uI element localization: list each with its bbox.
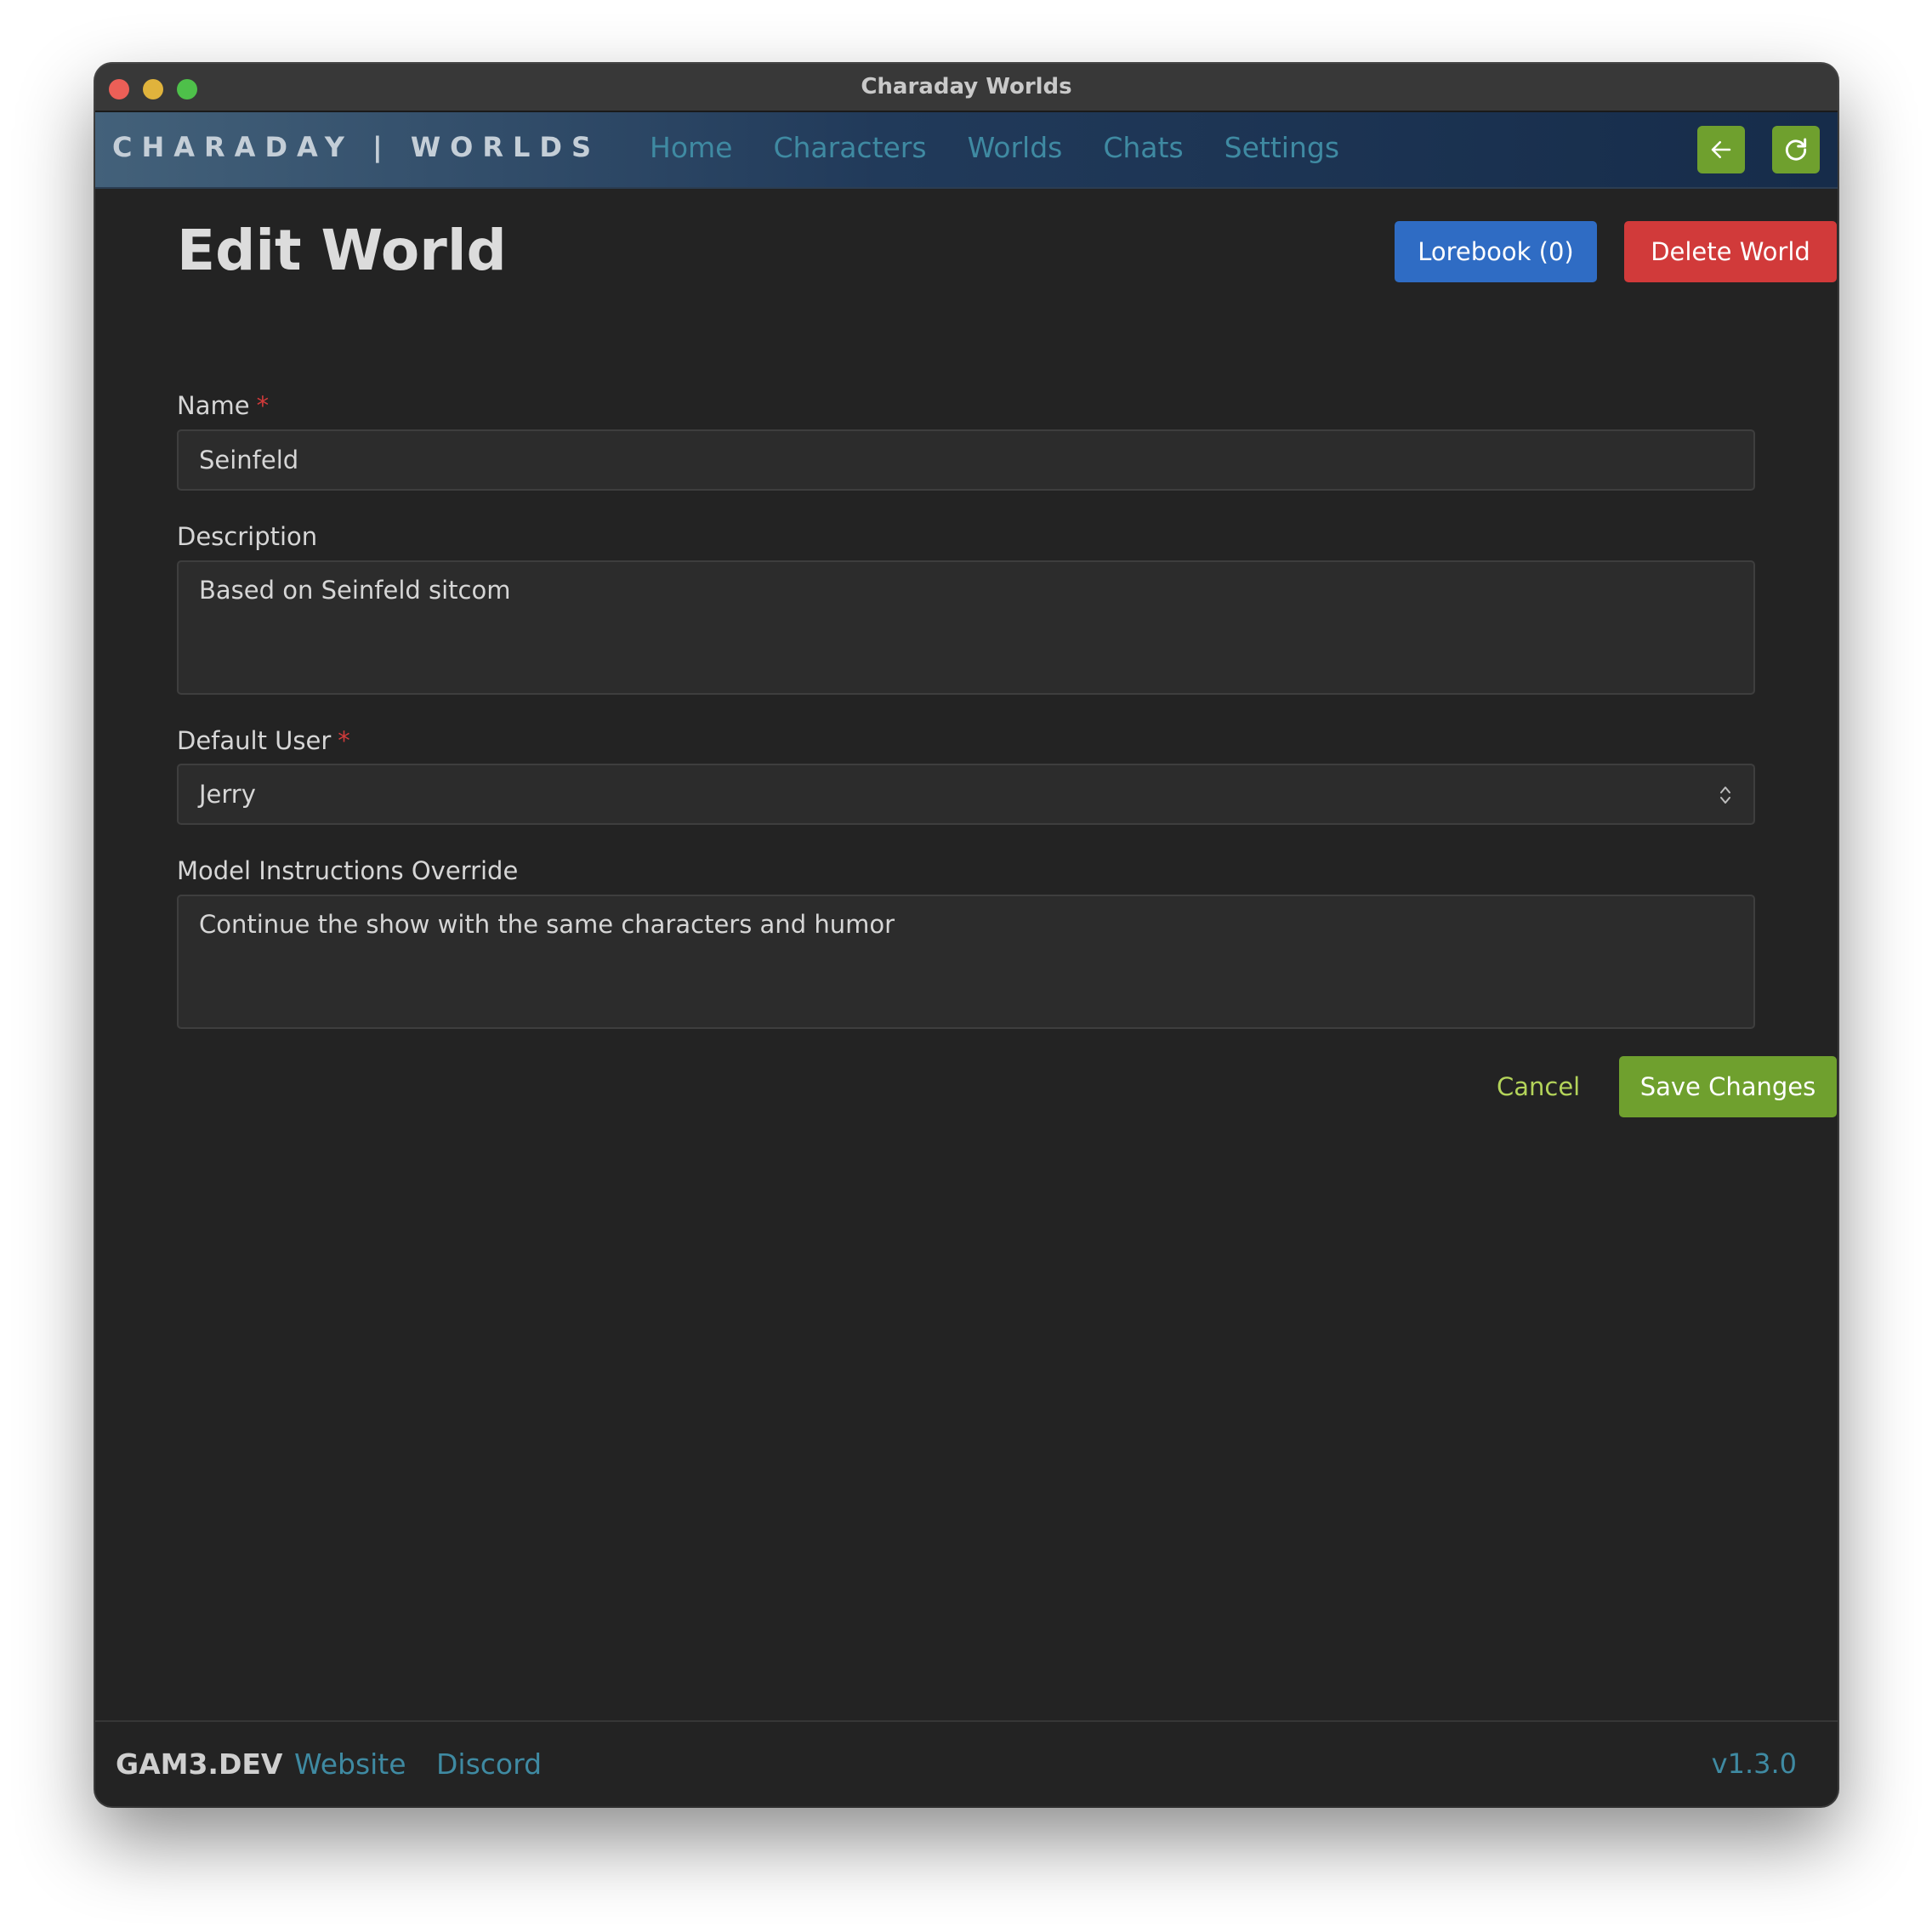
- refresh-icon: [1785, 138, 1807, 161]
- nav-link-home[interactable]: Home: [650, 131, 732, 164]
- save-changes-button[interactable]: Save Changes: [1619, 1056, 1837, 1117]
- app-window: Charaday Worlds CHARADAY | WORLDS Home C…: [95, 64, 1838, 1806]
- default-user-label-text: Default User: [177, 726, 332, 755]
- name-label: Name *: [177, 391, 269, 420]
- required-marker: *: [256, 391, 270, 420]
- nav-link-worlds[interactable]: Worlds: [968, 131, 1063, 164]
- page-title: Edit World: [177, 218, 507, 283]
- nav-links: Home Characters Worlds Chats Settings: [650, 131, 1380, 164]
- lorebook-button[interactable]: Lorebook (0): [1395, 221, 1597, 282]
- cancel-button[interactable]: Cancel: [1497, 1056, 1580, 1117]
- arrow-left-icon: [1711, 141, 1731, 158]
- website-link[interactable]: Website: [294, 1747, 406, 1781]
- navbar: CHARADAY | WORLDS Home Characters Worlds…: [95, 112, 1838, 189]
- default-user-select[interactable]: Jerry: [177, 764, 1755, 825]
- footer: GAM3.DEV Website Discord v1.3.0: [95, 1720, 1838, 1806]
- model-instructions-label: Model Instructions Override: [177, 856, 519, 885]
- delete-world-button[interactable]: Delete World: [1624, 221, 1837, 282]
- description-value: Based on Seinfeld sitcom: [199, 576, 511, 605]
- nav-link-characters[interactable]: Characters: [773, 131, 926, 164]
- description-label: Description: [177, 522, 318, 551]
- nav-link-chats[interactable]: Chats: [1103, 131, 1183, 164]
- version-label: v1.3.0: [1711, 1747, 1797, 1780]
- refresh-button[interactable]: [1772, 126, 1820, 173]
- discord-link[interactable]: Discord: [436, 1747, 542, 1781]
- window-title: Charaday Worlds: [861, 74, 1072, 99]
- back-button[interactable]: [1697, 126, 1745, 173]
- name-input[interactable]: Seinfeld: [177, 429, 1755, 491]
- title-bar: Charaday Worlds: [95, 64, 1838, 112]
- select-arrows-icon: [1720, 787, 1730, 804]
- name-input-value: Seinfeld: [199, 446, 299, 474]
- model-instructions-value: Continue the show with the same characte…: [199, 910, 895, 939]
- nav-link-settings[interactable]: Settings: [1225, 131, 1339, 164]
- default-user-label: Default User *: [177, 726, 350, 755]
- required-marker: *: [338, 726, 350, 755]
- brand-logo: CHARADAY | WORLDS: [112, 131, 600, 163]
- model-instructions-textarea[interactable]: Continue the show with the same characte…: [177, 895, 1755, 1029]
- name-label-text: Name: [177, 391, 250, 420]
- default-user-value: Jerry: [199, 780, 256, 809]
- footer-brand: GAM3.DEV: [116, 1747, 283, 1781]
- description-textarea[interactable]: Based on Seinfeld sitcom: [177, 560, 1755, 695]
